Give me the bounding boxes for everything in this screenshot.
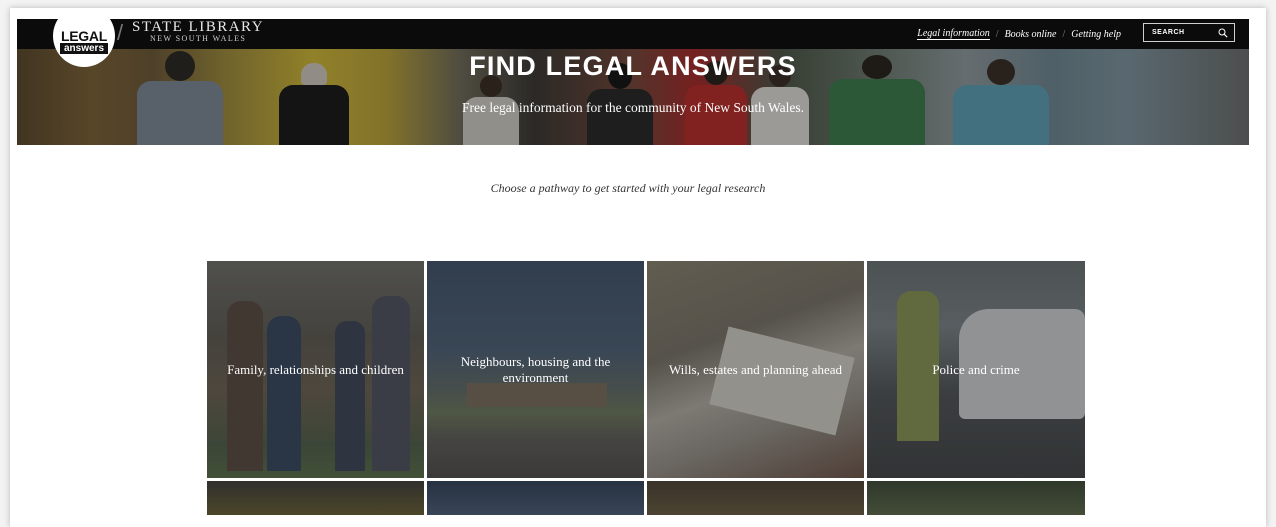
logo-word-answers: answers — [59, 42, 109, 54]
nav-legal-information[interactable]: Legal information — [917, 28, 990, 40]
pathway-label: Police and crime — [932, 361, 1020, 377]
nav-getting-help[interactable]: Getting help — [1071, 29, 1121, 40]
pathway-intro-text: Choose a pathway to get started with you… — [490, 181, 766, 195]
tile-photo-person — [227, 301, 263, 471]
search-icon[interactable] — [1218, 28, 1228, 38]
hero-title: FIND LEGAL ANSWERS — [469, 51, 797, 81]
pathway-tile-row2-1[interactable] — [207, 481, 424, 515]
pathway-label: Wills, estates and planning ahead — [668, 361, 843, 377]
logo-word-legal: LEGAL — [61, 27, 107, 44]
legal-answers-logo-wrap: LEGAL answers — [17, 19, 127, 81]
pathway-tile-wills[interactable]: Wills, estates and planning ahead — [647, 261, 864, 478]
top-navigation-bar: LEGAL answers / STATE LIBRARY NEW SOUTH … — [17, 19, 1249, 67]
tile-photo-person — [335, 321, 365, 471]
tile-photo-house — [467, 383, 607, 407]
pathway-tile-police[interactable]: Police and crime — [867, 261, 1085, 478]
pathway-tile-family[interactable]: Family, relationships and children — [207, 261, 424, 478]
search-input[interactable] — [1152, 29, 1212, 36]
pathway-tile-row2-4[interactable] — [867, 481, 1085, 515]
search-box[interactable] — [1143, 23, 1235, 42]
pathway-tile-row2-2[interactable] — [427, 481, 644, 515]
hero-subtitle: Free legal information for the community… — [461, 100, 805, 115]
tile-photo-person — [267, 316, 301, 471]
state-library-subtitle: NEW SOUTH WALES — [150, 34, 247, 43]
legal-answers-logo[interactable]: LEGAL answers — [53, 19, 115, 67]
hero-banner: FIND LEGAL ANSWERS Free legal informatio… — [17, 49, 1249, 145]
tile-photo-person — [372, 296, 410, 471]
pathway-label: Neighbours, housing and the environment — [460, 353, 611, 385]
main-navigation: Legal information / Books online / Getti… — [917, 19, 1121, 49]
tile-photo-paper — [709, 326, 855, 436]
pathway-tile-neighbours[interactable]: Neighbours, housing and the environment — [427, 261, 644, 478]
nav-separator: / — [995, 28, 999, 40]
nav-books-online[interactable]: Books online — [1005, 29, 1057, 40]
pathway-tile-row2-3[interactable] — [647, 481, 864, 515]
nav-separator: / — [1062, 28, 1066, 40]
pathway-label: Family, relationships and children — [227, 361, 404, 377]
state-library-title[interactable]: STATE LIBRARY — [132, 19, 264, 35]
